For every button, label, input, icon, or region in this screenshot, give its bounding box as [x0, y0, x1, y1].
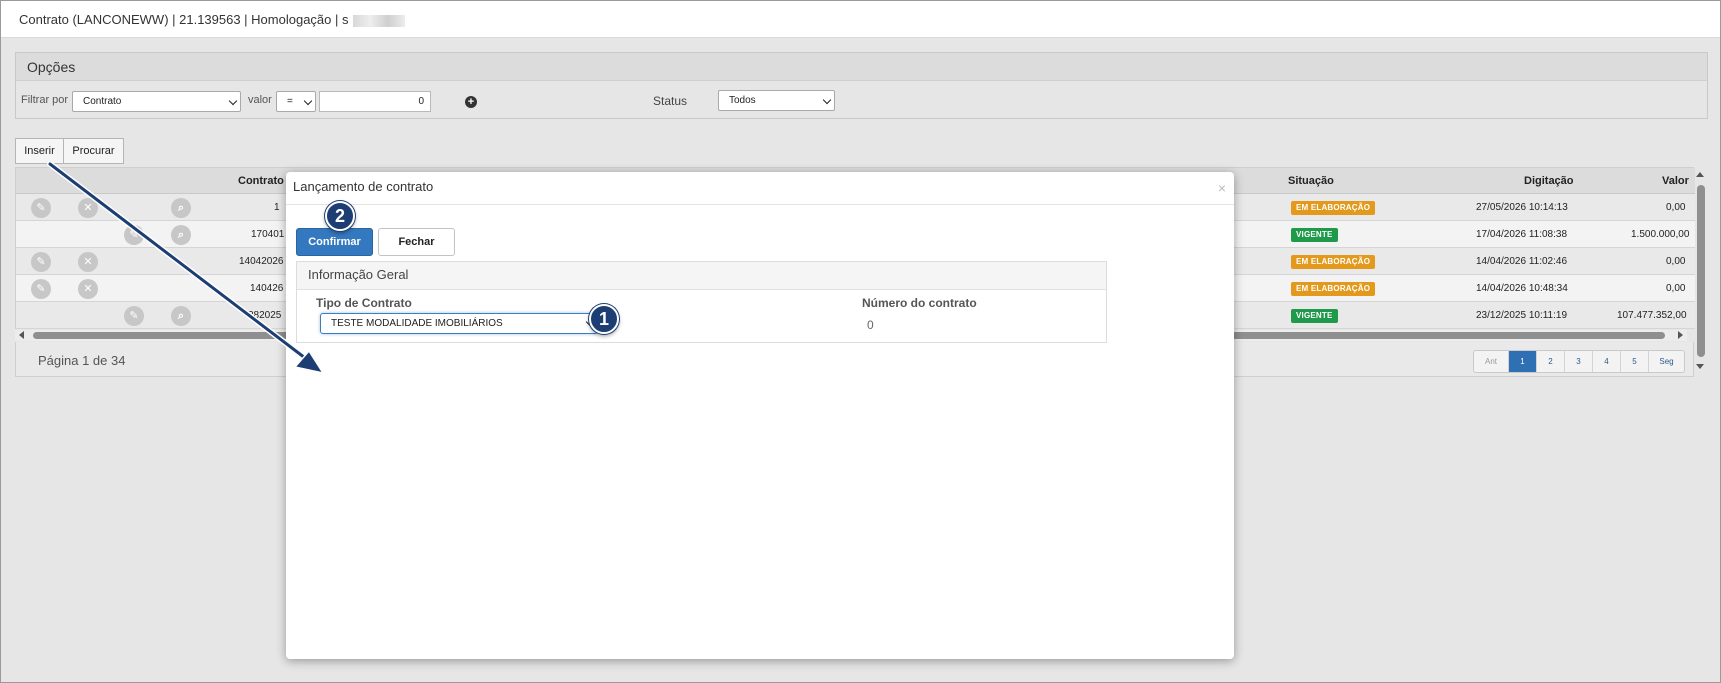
annotation-arrow [47, 161, 325, 375]
step-marker-1: 1 [589, 304, 619, 334]
step-marker-2: 2 [325, 201, 355, 231]
app-window: Contrato (LANCONEWW) | 21.139563 | Homol… [0, 0, 1721, 683]
